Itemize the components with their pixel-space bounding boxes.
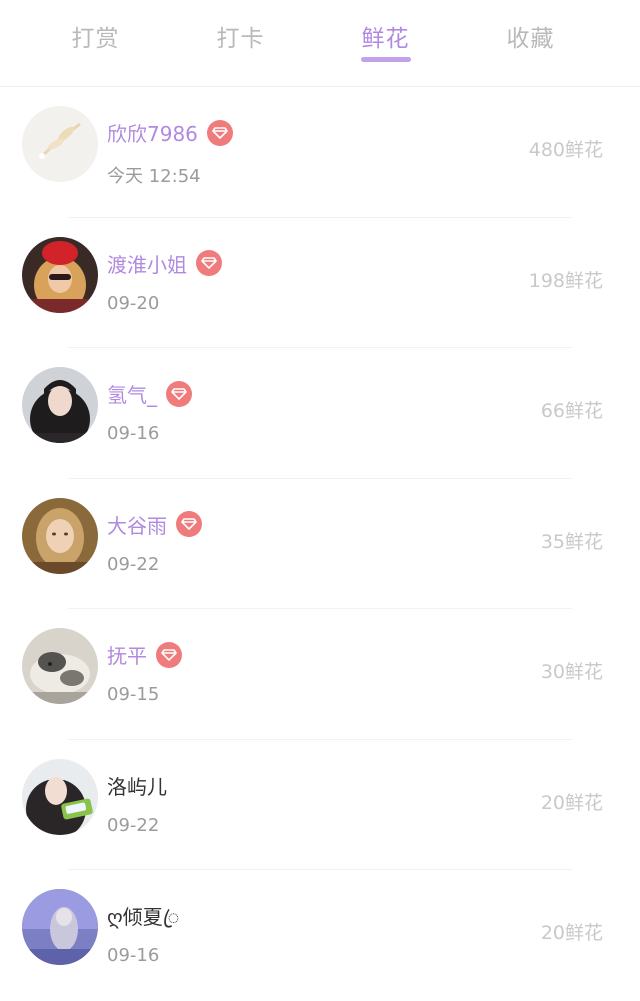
list-item[interactable]: 抚平 09-15 30鲜花 [0,609,640,740]
gift-date: 今天 12:54 [107,166,201,187]
diamond-icon [176,511,202,537]
name-line: 欣欣7986 [107,118,233,147]
name-line: ღ倾夏ꦿ [107,901,179,943]
name-line: 抚平 [107,640,182,669]
tab-label: 鲜花 [361,26,410,52]
tab-checkin[interactable]: 打卡 [168,0,313,86]
gift-date: 09-16 [107,423,160,444]
flower-amount: 20鲜花 [540,922,603,944]
tab-favorites[interactable]: 收藏 [458,0,603,86]
avatar[interactable] [22,889,98,965]
flower-amount: 20鲜花 [540,791,603,814]
active-tab-indicator [360,57,411,62]
user-name[interactable]: 洛屿儿 [107,771,167,800]
diamond-icon [156,641,182,668]
user-name[interactable]: 抚平 [107,640,147,669]
flower-amount: 35鲜花 [540,530,603,553]
name-line: 氢气_ [107,379,192,408]
list-item[interactable]: ღ倾夏ꦿ 09-16 20鲜花 [0,870,640,1001]
list-item[interactable]: 洛屿儿 09-22 20鲜花 [0,740,640,870]
list-item[interactable]: 欣欣7986 今天 12:54 480鲜花 [0,87,640,218]
name-line: 洛屿儿 [107,771,167,800]
list-item[interactable]: 渡淮小姐 09-20 198鲜花 [0,218,640,348]
user-name[interactable]: 氢气_ [107,379,157,408]
flower-amount: 480鲜花 [528,139,603,161]
user-name[interactable]: ღ倾夏ꦿ [107,901,179,943]
diamond-icon [196,250,222,276]
avatar[interactable] [22,497,98,574]
avatar[interactable] [22,367,98,443]
flower-amount: 30鲜花 [540,661,603,683]
avatar[interactable] [22,628,98,704]
tab-label: 打卡 [216,26,265,52]
tab-label: 收藏 [506,26,555,52]
gift-date: 09-15 [107,684,160,705]
user-name[interactable]: 渡淮小姐 [107,249,187,278]
tab-reward[interactable]: 打赏 [23,0,168,86]
avatar[interactable] [22,236,98,313]
user-name[interactable]: 大谷雨 [107,510,167,539]
avatar[interactable] [22,758,98,835]
gift-date: 09-22 [107,553,160,575]
tab-label: 打赏 [71,26,120,52]
name-line: 渡淮小姐 [107,249,222,278]
avatar[interactable] [22,106,98,182]
tab-bar: 打赏 打卡 鲜花 收藏 [0,0,640,87]
gift-date: 09-22 [107,814,160,836]
list-item[interactable]: 氢气_ 09-16 66鲜花 [0,348,640,479]
list-item[interactable]: 大谷雨 09-22 35鲜花 [0,479,640,609]
tab-flowers[interactable]: 鲜花 [313,0,458,86]
flower-amount: 66鲜花 [540,400,603,422]
flower-amount: 198鲜花 [528,269,603,292]
flower-gift-list: 欣欣7986 今天 12:54 480鲜花 渡淮小姐 09-20 198鲜花 氢… [0,87,640,1001]
user-name[interactable]: 欣欣7986 [107,118,198,147]
gift-date: 09-16 [107,945,160,966]
name-line: 大谷雨 [107,510,202,539]
gift-date: 09-20 [107,292,160,314]
diamond-icon [206,119,233,146]
diamond-icon [166,380,192,407]
